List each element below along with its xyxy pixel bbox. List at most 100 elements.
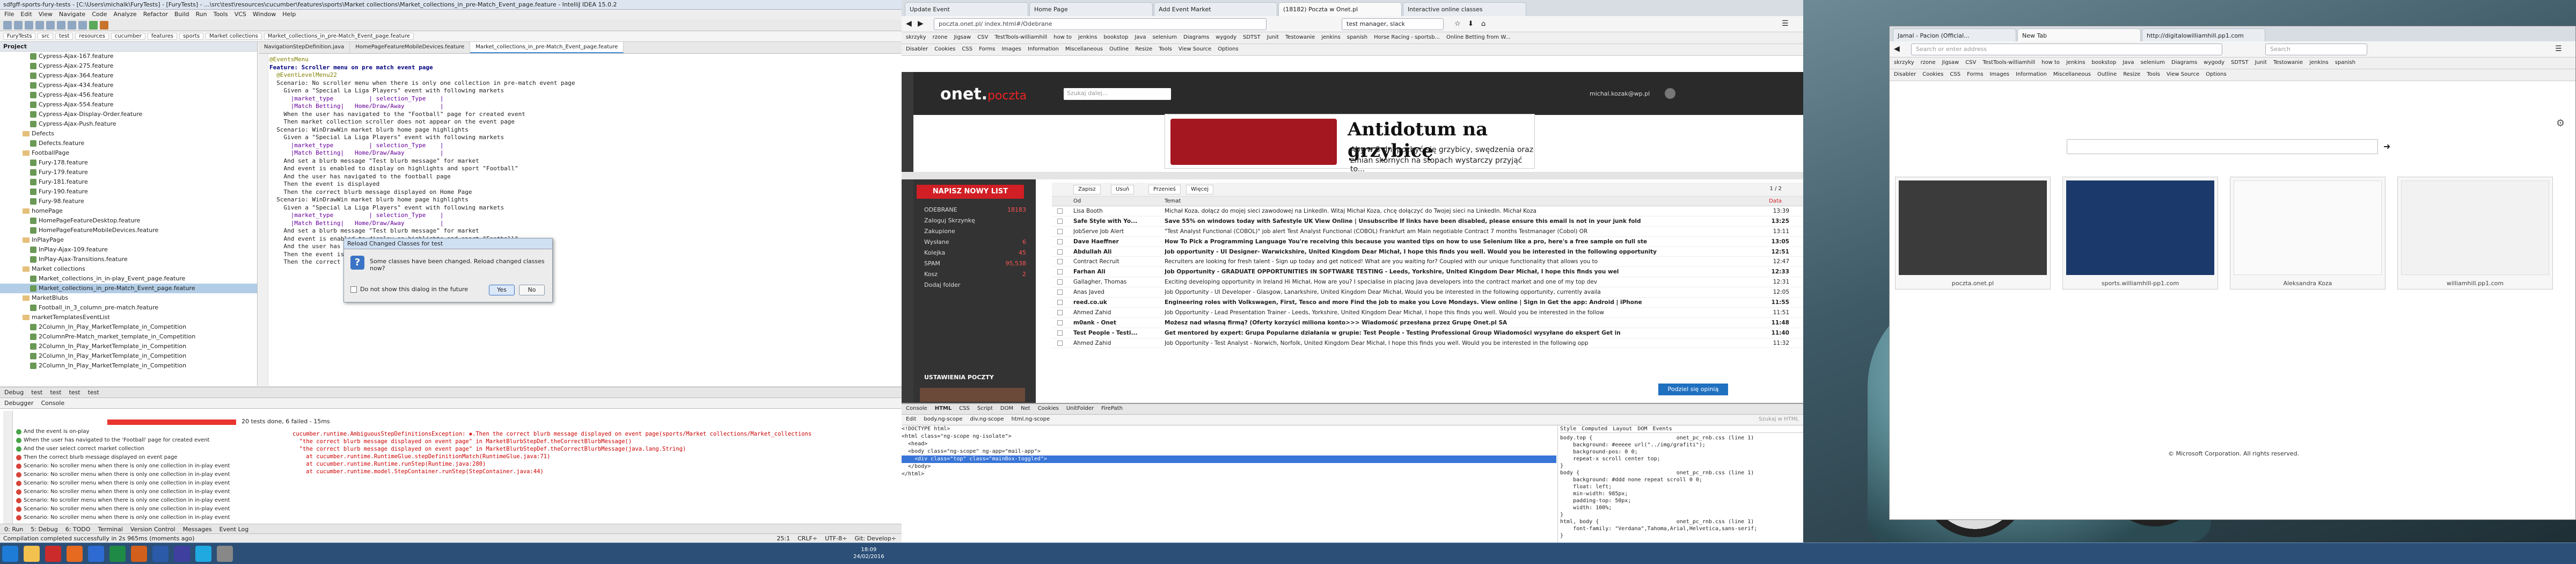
mail-checkbox[interactable] xyxy=(1057,259,1063,265)
no-button[interactable]: No xyxy=(519,285,545,295)
addon-css[interactable]: CSS xyxy=(1950,71,1960,78)
bookmark-item[interactable]: wygody xyxy=(2204,60,2224,67)
breadcrumb-item[interactable]: sports xyxy=(179,33,204,40)
html-node[interactable]: <!DOCTYPE html> xyxy=(902,425,1556,433)
url-bar-2[interactable]: Search or enter address xyxy=(1911,44,2222,55)
tree-item[interactable]: Fury-179.feature xyxy=(0,168,257,177)
debug-tab[interactable]: test xyxy=(88,389,99,396)
tree-item[interactable]: 2Column_In_Play_MarketTemplate_in_Compet… xyxy=(0,361,257,371)
tree-item[interactable]: marketTemplatesEventList xyxy=(0,313,257,322)
bookmark-item[interactable]: CSV xyxy=(1965,60,1976,67)
menu-item[interactable]: VCS xyxy=(235,11,246,18)
mail-toolbar-button[interactable]: Usuń xyxy=(1111,185,1135,194)
addon-forms[interactable]: Forms xyxy=(979,46,995,53)
debug-icon[interactable] xyxy=(100,21,108,30)
mail-checkbox[interactable] xyxy=(1057,330,1063,336)
firebug-tab[interactable]: Script xyxy=(977,406,993,413)
menu-item[interactable]: Code xyxy=(92,11,107,18)
menu-item[interactable]: View xyxy=(39,11,53,18)
bookmark-item[interactable]: Online Betting from W... xyxy=(1446,34,1511,41)
col-subject[interactable]: Temat xyxy=(1165,198,1181,204)
tree-item[interactable]: InPlay-Ajax-109.feature xyxy=(0,245,257,255)
firebug-breadcrumb[interactable]: html.ng-scope xyxy=(1012,416,1050,423)
bookmark-item[interactable]: jenkins xyxy=(2066,60,2085,67)
browser-search[interactable]: test manager, slack xyxy=(1342,18,1444,30)
download-icon[interactable]: ⬇ xyxy=(1468,20,1474,28)
skype-taskbar-icon[interactable] xyxy=(195,546,211,562)
bookmark-item[interactable]: Junit xyxy=(2255,60,2267,67)
tree-item[interactable]: Market_collections_in_in-play_Event_page… xyxy=(0,274,257,284)
bookmark-item[interactable]: wygody xyxy=(1216,34,1236,41)
tool-window-tab[interactable]: 6: TODO xyxy=(65,526,91,533)
bookmark-item[interactable]: jenkins xyxy=(1078,34,1097,41)
addon-outline[interactable]: Outline xyxy=(2097,71,2117,78)
status-indicator[interactable]: Git: Develop÷ xyxy=(854,535,896,542)
firebug-tab[interactable]: FirePath xyxy=(1101,406,1123,413)
tree-item[interactable]: 2Column_In_Play_MarketTemplate_in_Compet… xyxy=(0,322,257,332)
browser-tab[interactable]: (18182) Poczta w Onet.pl xyxy=(1278,2,1402,16)
css-tab[interactable]: Layout xyxy=(1613,425,1632,432)
sync-icon[interactable] xyxy=(25,21,33,30)
firebug-breadcrumb[interactable]: Edit xyxy=(906,416,916,423)
addon-information[interactable]: Information xyxy=(2016,71,2047,78)
firebug-search[interactable]: Szukaj w HTML xyxy=(1759,416,1799,423)
tool-window-tab[interactable]: 5: Debug xyxy=(31,526,57,533)
test-result-row[interactable]: And the event is on-play xyxy=(16,428,290,436)
bookmark-item[interactable]: spanish xyxy=(2335,60,2355,67)
run-icon[interactable] xyxy=(89,21,98,30)
menu-item[interactable]: File xyxy=(4,11,14,18)
firebug-tab[interactable]: Cookies xyxy=(1038,406,1059,413)
col-from[interactable]: Od xyxy=(1073,198,1081,204)
notepad-taskbar-icon[interactable] xyxy=(217,546,233,562)
menu-item[interactable]: Edit xyxy=(20,11,32,18)
forward-icon[interactable]: ▶ xyxy=(918,19,924,28)
addon-options[interactable]: Options xyxy=(1218,46,1239,53)
mail-row[interactable]: Anas Javed Job Opportunity - UI Developer… xyxy=(1052,287,1803,298)
tree-item[interactable]: Football_in_3_column_pre-match.feature xyxy=(0,303,257,313)
mail-checkbox[interactable] xyxy=(1057,279,1063,285)
mail-row[interactable]: Gallagher, Thomas Exciting developing opp… xyxy=(1052,277,1803,288)
html-node[interactable]: <head> xyxy=(902,440,1556,448)
css-tab[interactable]: DOM xyxy=(1637,425,1647,432)
word-taskbar-icon[interactable] xyxy=(88,546,104,562)
addon-cookies[interactable]: Cookies xyxy=(1922,71,1943,78)
debug-tab[interactable]: test xyxy=(50,389,61,396)
tree-item[interactable]: 2Column_In_Play_MarketTemplate_in_Compet… xyxy=(0,351,257,361)
firebug-tab[interactable]: DOM xyxy=(1000,406,1013,413)
undo-icon[interactable] xyxy=(35,21,44,30)
start-button[interactable] xyxy=(2,546,18,562)
intellij-taskbar-icon[interactable] xyxy=(174,546,190,562)
editor-tab[interactable]: NavigationStepDefinition.java xyxy=(259,42,350,53)
test-result-row[interactable]: Scenario: No scroller menu when there is… xyxy=(16,505,290,514)
bookmark-item[interactable]: SDTST xyxy=(1243,34,1261,41)
html-node[interactable]: </html> xyxy=(902,471,1556,478)
mail-checkbox[interactable] xyxy=(1057,218,1063,224)
addon-misc[interactable]: Miscellaneous xyxy=(1065,46,1103,53)
menu-item[interactable]: Refactor xyxy=(143,11,168,18)
bookmark-item[interactable]: bookstop xyxy=(1103,34,1128,41)
breadcrumb-item[interactable]: Market_collections_in_pre-Match_Event_pa… xyxy=(264,33,414,40)
mail-checkbox[interactable] xyxy=(1057,300,1063,306)
bookmark-item[interactable]: rzone xyxy=(933,34,948,41)
test-result-row[interactable]: Scenario: No scroller menu when there is… xyxy=(16,496,290,505)
test-result-row[interactable]: And the user select correct market colle… xyxy=(16,445,290,453)
addon-forms[interactable]: Forms xyxy=(1967,71,1983,78)
dont-show-checkbox[interactable]: Do not show this dialog in the future xyxy=(350,286,468,293)
top-site-tile[interactable]: Aleksandra Koza xyxy=(2230,177,2385,290)
html-node[interactable]: <html class="ng-scope ng-isolate"> xyxy=(902,433,1556,440)
css-tab[interactable]: Events xyxy=(1652,425,1672,432)
status-indicator[interactable]: UTF-8÷ xyxy=(825,535,847,542)
bookmark-item[interactable]: skrzyky xyxy=(1894,60,1914,67)
top-site-tile[interactable]: williamhill.pp1.com xyxy=(2397,177,2553,290)
html-tree[interactable]: <!DOCTYPE html> <html class="ng-scope ng-… xyxy=(902,425,1556,544)
tree-item[interactable]: InPlayPage xyxy=(0,235,257,245)
mail-row[interactable]: Lisa Booth Michał Koza, dołącz do mojej s… xyxy=(1052,206,1803,216)
tool-window-tab[interactable]: Messages xyxy=(183,526,212,533)
folder-item[interactable]: Kolejka 45 xyxy=(924,249,1026,258)
bookmark-item[interactable]: jenkins xyxy=(1321,34,1340,41)
addon-view-source[interactable]: View Source xyxy=(1179,46,1211,53)
menu-icon[interactable]: ☰ xyxy=(1782,19,1789,28)
breadcrumb-item[interactable]: test xyxy=(55,33,74,40)
opera-taskbar-icon[interactable] xyxy=(45,546,61,562)
debug-subtab[interactable]: Console xyxy=(41,400,64,407)
